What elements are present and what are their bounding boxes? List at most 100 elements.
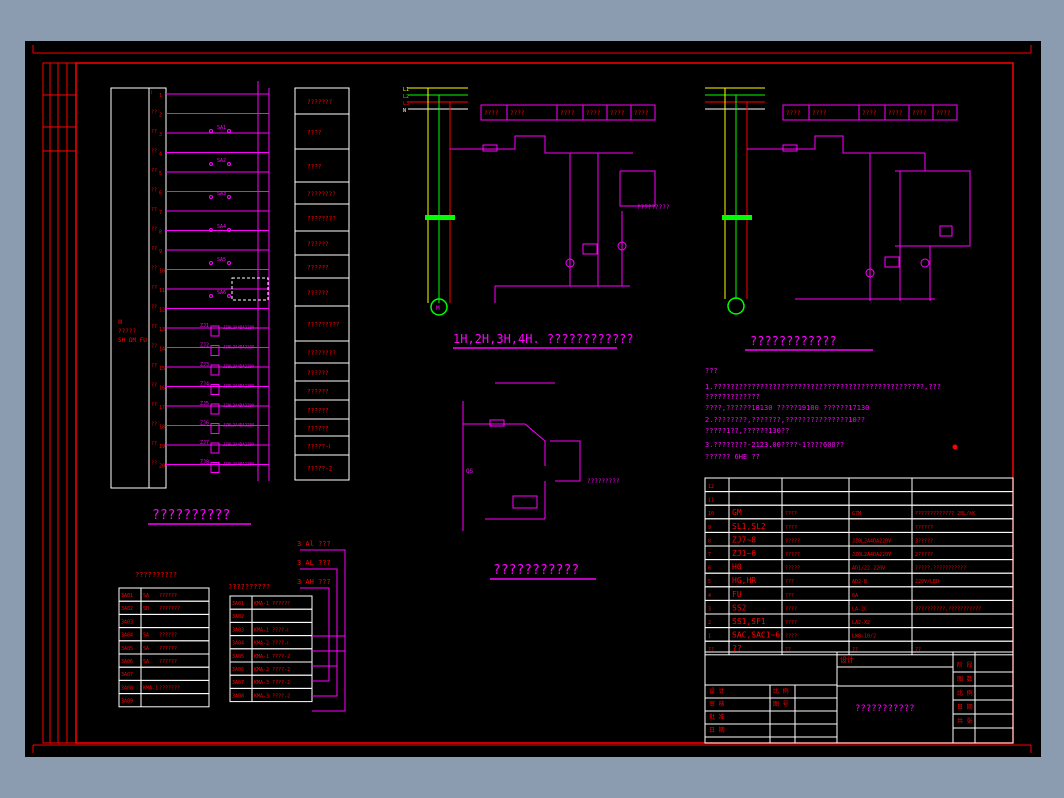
mid-qs: QS [466,468,474,475]
module-text-1: Ⅲ [118,319,122,326]
header-label: ???? [812,110,827,117]
terminal-index: 14 [159,347,165,353]
t2-wiring [300,549,346,712]
header-label: ???? [862,110,877,117]
t2-cell-id: 3A03 [232,627,244,633]
motor-circuit-2: ???????????????????????? ???????????? [705,87,971,351]
bom-row [704,491,1014,506]
note-line: 3.????????-2123.00????-1????600?? [705,441,844,449]
notes-lines: 1.??????????????????????????????????????… [705,383,941,461]
tm-control [450,135,656,303]
bom-cell: 9 [708,525,711,531]
note-line: ?????1??,??????130?? [705,427,789,435]
tm-supply-lines [408,87,468,303]
tr-control [747,135,971,301]
switch-contact [227,294,231,298]
function-item: ??????? [307,99,333,106]
switch-contact [227,195,231,199]
tm-line-n: N [403,108,406,114]
terminal-index: 6 [159,191,162,197]
tb-design: 设计 [840,655,854,664]
mid-ctrl-label: ????????? [587,478,620,485]
tr-title: ???????????? [750,334,837,348]
tb-mid-label: 图 号 [773,701,789,708]
bom-row [704,586,1014,601]
bom-cell: 4 [708,593,711,599]
terminal-index: 13 [159,327,165,333]
tr-motor [727,297,745,315]
t1-cell-id: 3A04 [121,633,133,639]
bom-cell: GM [732,508,742,517]
t2-cell-desc: KMA-1 ????-Ⅰ [254,627,289,633]
motor-circuit-1: ???????????????????????? L1 L2 L3 N M ??… [403,87,670,349]
terminal-key: Ⅰ [151,90,152,96]
tr-supply-lines [705,87,765,299]
terminal-key: ?? [151,324,157,330]
terminal-key: ?? [151,344,157,350]
t1-cell-id: 3A05 [121,646,133,652]
terminal-key: ?? [151,305,157,311]
bom-cell: 220V/LED [915,579,939,585]
bom-cell: 3 [708,606,711,612]
note-line: ?????? 6HE ?? [705,453,760,461]
t2-cell-desc: KMA-3 ????-2 [254,693,290,699]
function-item: ????????? [307,322,340,329]
t2-cell-desc: KMA-1 ????-2 [254,654,290,660]
bom-cell: AD2-B [852,579,867,585]
cad-canvas: Ⅰ 1?? 2?? 3?? 4?? 5?? 6?? 7?? 8?? 9?? 10?? 11?? 12??… [32,45,1032,753]
terminal-key: ?? [151,207,157,213]
bom-cell: ??? [785,593,794,599]
bom-cell: 8 [708,538,711,544]
terminal-index: 7 [159,210,162,216]
terminal-index: 16 [159,386,165,392]
bom-cell: 2????? [915,552,933,558]
tr-thermal-relay [722,215,752,220]
terminal-key: ?? [151,441,157,447]
terminal-key: ?? [151,285,157,291]
function-item: ???????? [307,216,336,223]
header-label: ???? [888,110,903,117]
t1-cell-desc: ?????? [159,646,177,652]
notes-head: ??? [705,367,718,375]
header-label: ???? [484,110,499,117]
t1-cell-id: 3A08 [121,685,133,691]
tb-mid-label: 比 例 [773,687,789,695]
bom-cell: ?????? [915,525,933,531]
terminal-key: ?? [151,266,157,272]
title-block: 设计 ??????????? 设 计审 核批 准日 期比 例图 号阶 段图 数比… [704,651,1014,744]
module-text-3: SH ΩM FU [118,337,147,344]
tb-right-label: 阶 段 [957,661,973,669]
terminal-key: ?? [151,422,157,428]
bom-cell: 7 [708,552,711,558]
t2-cell-desc: KMA-1 ?????? [254,601,290,607]
t2-note-2: 3 AL ??? [297,559,331,567]
bom-cell: HG,HR [732,576,756,585]
drawing-sheet: Ⅰ 1?? 2?? 3?? 4?? 5?? 6?? 7?? 8?? 9?? 10?? 11?? 12??… [25,41,1041,757]
terminal-index: 5 [159,171,162,177]
t2-cell-id: 3A05 [232,654,244,660]
terminal-key: ?? [151,227,157,233]
terminal-index: 2 [159,113,162,119]
bom-cell: SL1,SL2 [732,522,766,531]
t1-cell-desc: ??????? [159,606,180,612]
tr-header-cells: ???????????????????????? [782,104,958,121]
header-label: ???? [586,110,601,117]
tb-left-label: 设 计 [709,687,725,695]
t2-cell-id: 3A02 [232,614,244,620]
bom-cell: LA2-X2 [852,620,870,626]
t1-cell-desc: ?????? [159,633,177,639]
table1-title: ?????????? [135,571,177,579]
t1-cell-type: SB [143,606,149,612]
bom-cell: ????? [785,566,800,572]
bom-cell: SS1,SF1 [732,617,766,626]
terminal-table-1: ?????????? 3A01 SA ?????? 3A02 SB ??????? 3A03… [118,571,210,708]
switch-contact [209,162,213,166]
function-item: ?????? [307,265,329,272]
table2-title: ?????????? [228,583,270,591]
bom-cell: 10 [708,511,714,517]
terminal-key: ?? [151,383,157,389]
t1-cell-desc: ?????? [159,659,177,665]
tb-right-label: 图 数 [957,675,973,683]
mid-title: ??????????? [493,563,579,578]
bom-cell: 2 [708,620,711,626]
